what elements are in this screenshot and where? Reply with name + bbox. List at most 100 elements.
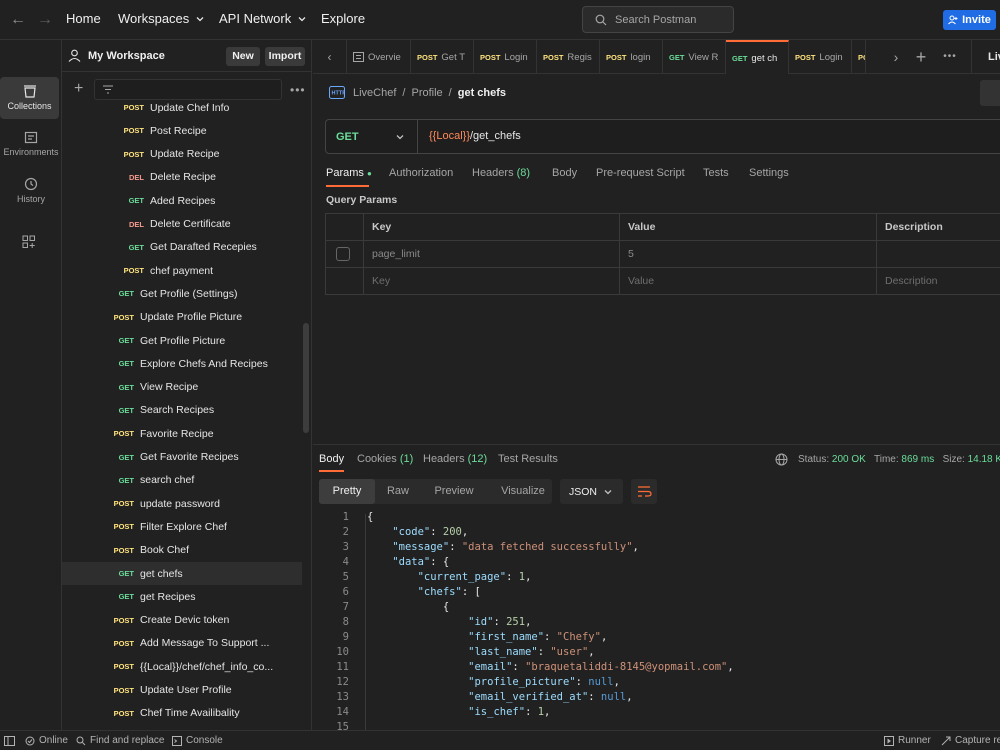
tree-item[interactable]: POST Chef Time Availibality bbox=[62, 702, 302, 725]
size-value[interactable]: 14.18 K bbox=[968, 454, 1000, 465]
tree-item[interactable]: POST update password bbox=[62, 492, 302, 515]
request-tab[interactable]: GET View R bbox=[663, 40, 726, 74]
resp-tab-test-results[interactable]: Test Results bbox=[498, 453, 558, 465]
wrap-lines-icon[interactable] bbox=[631, 479, 657, 504]
tab-headers[interactable]: Headers (8) bbox=[472, 167, 530, 179]
tab-settings[interactable]: Settings bbox=[749, 167, 789, 179]
view-pretty[interactable]: Pretty bbox=[319, 479, 375, 504]
sidebar-scrollbar[interactable] bbox=[303, 323, 309, 433]
home-link[interactable]: Home bbox=[66, 11, 101, 26]
request-tab[interactable]: GET get ch bbox=[726, 40, 789, 74]
workspaces-menu[interactable]: Workspaces bbox=[118, 11, 205, 26]
tree-item[interactable]: GET get chefs bbox=[62, 562, 302, 585]
online-status[interactable]: Online bbox=[39, 735, 68, 746]
param-key[interactable]: page_limit bbox=[363, 240, 620, 268]
tab-body[interactable]: Body bbox=[552, 167, 577, 179]
rail-environments[interactable]: Environments bbox=[0, 123, 62, 165]
more-options-icon[interactable]: ••• bbox=[290, 83, 306, 97]
capture-button[interactable]: Capture re bbox=[955, 735, 1000, 746]
request-tab[interactable]: POST Get T bbox=[411, 40, 474, 74]
tree-item[interactable]: GET Get Favorite Recipes bbox=[62, 446, 302, 469]
docs-icon[interactable] bbox=[980, 80, 1000, 106]
tree-item[interactable]: GET Get Profile (Settings) bbox=[62, 282, 302, 305]
breadcrumb-folder[interactable]: Profile bbox=[411, 87, 442, 99]
toggle-sidebar-icon[interactable] bbox=[4, 736, 15, 746]
tab-authorization[interactable]: Authorization bbox=[389, 167, 453, 179]
environment-selector[interactable]: Live bbox=[971, 40, 1000, 74]
tree-item[interactable]: POST {{Local}}/chef/chef_info_co... bbox=[62, 655, 302, 678]
tree-item[interactable]: GET Search Recipes bbox=[62, 399, 302, 422]
tree-item[interactable]: GET Explore Chefs And Recipes bbox=[62, 352, 302, 375]
request-tab[interactable]: POS bbox=[852, 40, 866, 74]
request-tab[interactable]: POST login bbox=[600, 40, 663, 74]
explore-link[interactable]: Explore bbox=[321, 11, 365, 26]
runner-button[interactable]: Runner bbox=[898, 735, 931, 746]
resp-tab-body[interactable]: Body bbox=[319, 453, 344, 465]
param-value[interactable]: 5 bbox=[619, 240, 877, 268]
new-tab-icon[interactable]: + bbox=[911, 40, 931, 74]
request-tab[interactable]: POST Regis bbox=[537, 40, 600, 74]
format-select[interactable]: JSON bbox=[560, 479, 623, 504]
add-apps-icon[interactable] bbox=[22, 235, 36, 249]
tree-item[interactable]: POST Favorite Recipe bbox=[62, 422, 302, 445]
find-replace-button[interactable]: Find and replace bbox=[90, 735, 165, 746]
tree-item[interactable]: POST Update User Profile bbox=[62, 679, 302, 702]
tab-pre-request-script[interactable]: Pre-request Script bbox=[596, 167, 685, 179]
view-preview[interactable]: Preview bbox=[429, 479, 479, 504]
time-value[interactable]: 869 ms bbox=[901, 454, 934, 465]
rail-history[interactable]: History bbox=[0, 169, 62, 211]
request-tab[interactable]: Overvie bbox=[347, 40, 411, 74]
tree-item[interactable]: DEL Delete Certificate bbox=[62, 213, 302, 236]
back-arrow-icon[interactable]: ← bbox=[8, 10, 28, 30]
response-body-code[interactable]: 1{2 "code": 200, 3 "message": "data fetch… bbox=[313, 510, 1000, 731]
import-button[interactable]: Import bbox=[265, 47, 305, 66]
api-network-menu[interactable]: API Network bbox=[219, 11, 307, 26]
tree-item-label: Favorite Recipe bbox=[140, 427, 214, 440]
tree-item[interactable]: POST Filter Explore Chef bbox=[62, 515, 302, 538]
tree-item[interactable]: GET get Recipes bbox=[62, 585, 302, 608]
tabs-scroll-right-icon[interactable]: › bbox=[882, 40, 910, 74]
tabs-scroll-left-icon[interactable]: ‹ bbox=[313, 40, 347, 74]
http-request-icon: HTTP bbox=[329, 86, 345, 99]
breadcrumb-request[interactable]: get chefs bbox=[458, 87, 506, 99]
request-tab[interactable]: POST Login bbox=[474, 40, 537, 74]
tree-item[interactable]: DEL Delete Recipe bbox=[62, 166, 302, 189]
invite-button[interactable]: Invite bbox=[943, 10, 996, 30]
forward-arrow-icon[interactable]: → bbox=[35, 10, 55, 30]
status-value[interactable]: 200 OK bbox=[832, 454, 866, 465]
tree-item[interactable]: POST Create Devic token bbox=[62, 609, 302, 632]
new-button[interactable]: New bbox=[226, 47, 260, 66]
param-description-placeholder[interactable]: Description bbox=[876, 267, 1000, 295]
resp-tab-cookies[interactable]: Cookies (1) bbox=[357, 453, 413, 465]
tree-item[interactable]: GET View Recipe bbox=[62, 376, 302, 399]
request-tab[interactable]: POST Login bbox=[789, 40, 852, 74]
tree-item[interactable]: POST Update Profile Picture bbox=[62, 306, 302, 329]
tree-item[interactable]: GET Aded Recipes bbox=[62, 189, 302, 212]
tree-item[interactable]: POST Book Chef bbox=[62, 539, 302, 562]
view-visualize[interactable]: Visualize bbox=[495, 479, 551, 504]
tab-params[interactable]: Params ● bbox=[326, 167, 372, 179]
param-description[interactable] bbox=[876, 240, 1000, 268]
tree-item[interactable]: GET Get Darafted Recepies bbox=[62, 236, 302, 259]
breadcrumb-collection[interactable]: LiveChef bbox=[353, 87, 396, 99]
url-input[interactable]: {{Local}}/get_chefs bbox=[429, 130, 521, 142]
resp-tab-headers[interactable]: Headers (12) bbox=[423, 453, 487, 465]
rail-collections[interactable]: Collections bbox=[0, 77, 59, 119]
view-raw[interactable]: Raw bbox=[381, 479, 415, 504]
tree-item[interactable]: POST Post Recipe bbox=[62, 119, 302, 142]
param-value-placeholder[interactable]: Value bbox=[619, 267, 877, 295]
search-postman-input[interactable]: Search Postman bbox=[582, 6, 734, 33]
add-collection-icon[interactable]: + bbox=[74, 81, 83, 97]
method-select[interactable]: GET bbox=[326, 120, 418, 153]
param-checkbox[interactable] bbox=[336, 247, 350, 261]
console-button[interactable]: Console bbox=[186, 735, 223, 746]
tree-item[interactable]: GET search chef bbox=[62, 469, 302, 492]
tree-item[interactable]: POST Update Recipe bbox=[62, 143, 302, 166]
tab-tests[interactable]: Tests bbox=[703, 167, 729, 179]
tree-item[interactable]: POST Add Message To Support ... bbox=[62, 632, 302, 655]
tree-item[interactable]: GET Get Profile Picture bbox=[62, 329, 302, 352]
tree-item[interactable]: POST chef payment bbox=[62, 259, 302, 282]
param-key-placeholder[interactable]: Key bbox=[363, 267, 620, 295]
tree-item[interactable]: POST Update Chef Info bbox=[62, 96, 302, 119]
tab-overflow-icon[interactable]: ••• bbox=[938, 40, 962, 74]
